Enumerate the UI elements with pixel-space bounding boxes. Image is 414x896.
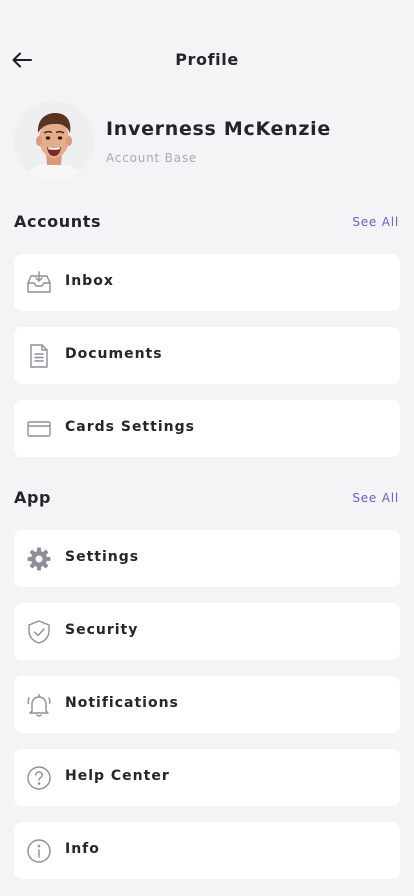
- accounts-item-documents[interactable]: Documents: [14, 327, 400, 384]
- document-icon: [26, 343, 52, 369]
- profile-card: Inverness McKenzie Account Base: [14, 101, 400, 181]
- accounts-see-all-link[interactable]: See All: [352, 215, 399, 229]
- app-item-security[interactable]: Security: [14, 603, 400, 660]
- app-item-label: Notifications: [65, 695, 179, 711]
- app-item-label: Help Center: [65, 768, 170, 784]
- profile-subtitle: Account Base: [106, 151, 198, 165]
- app-see-all-link[interactable]: See All: [352, 491, 399, 505]
- app-item-help-center[interactable]: Help Center: [14, 749, 400, 806]
- app-item-label: Settings: [65, 549, 140, 565]
- accounts-item-label: Cards Settings: [65, 419, 195, 435]
- info-icon: [26, 838, 52, 864]
- app-item-label: Info: [65, 841, 100, 857]
- accounts-item-cards-settings[interactable]: Cards Settings: [14, 400, 400, 457]
- inbox-icon: [26, 270, 52, 296]
- app-item-notifications[interactable]: Notifications: [14, 676, 400, 733]
- credit-card-icon: [26, 416, 52, 442]
- help-icon: [26, 765, 52, 791]
- gear-icon: [26, 546, 52, 572]
- accounts-item-label: Documents: [65, 346, 163, 362]
- accounts-section-title: Accounts: [14, 212, 102, 231]
- app-item-label: Security: [65, 622, 139, 638]
- header-bar: Profile: [0, 40, 414, 80]
- app-item-info[interactable]: Info: [14, 822, 400, 879]
- profile-name: Inverness McKenzie: [106, 118, 331, 140]
- accounts-item-inbox[interactable]: Inbox: [14, 254, 400, 311]
- app-section-title: App: [14, 488, 52, 507]
- accounts-item-label: Inbox: [65, 273, 114, 289]
- avatar[interactable]: [14, 101, 94, 181]
- shield-icon: [26, 619, 52, 645]
- app-item-settings[interactable]: Settings: [14, 530, 400, 587]
- bell-icon: [26, 692, 52, 718]
- page-title: Profile: [175, 50, 239, 69]
